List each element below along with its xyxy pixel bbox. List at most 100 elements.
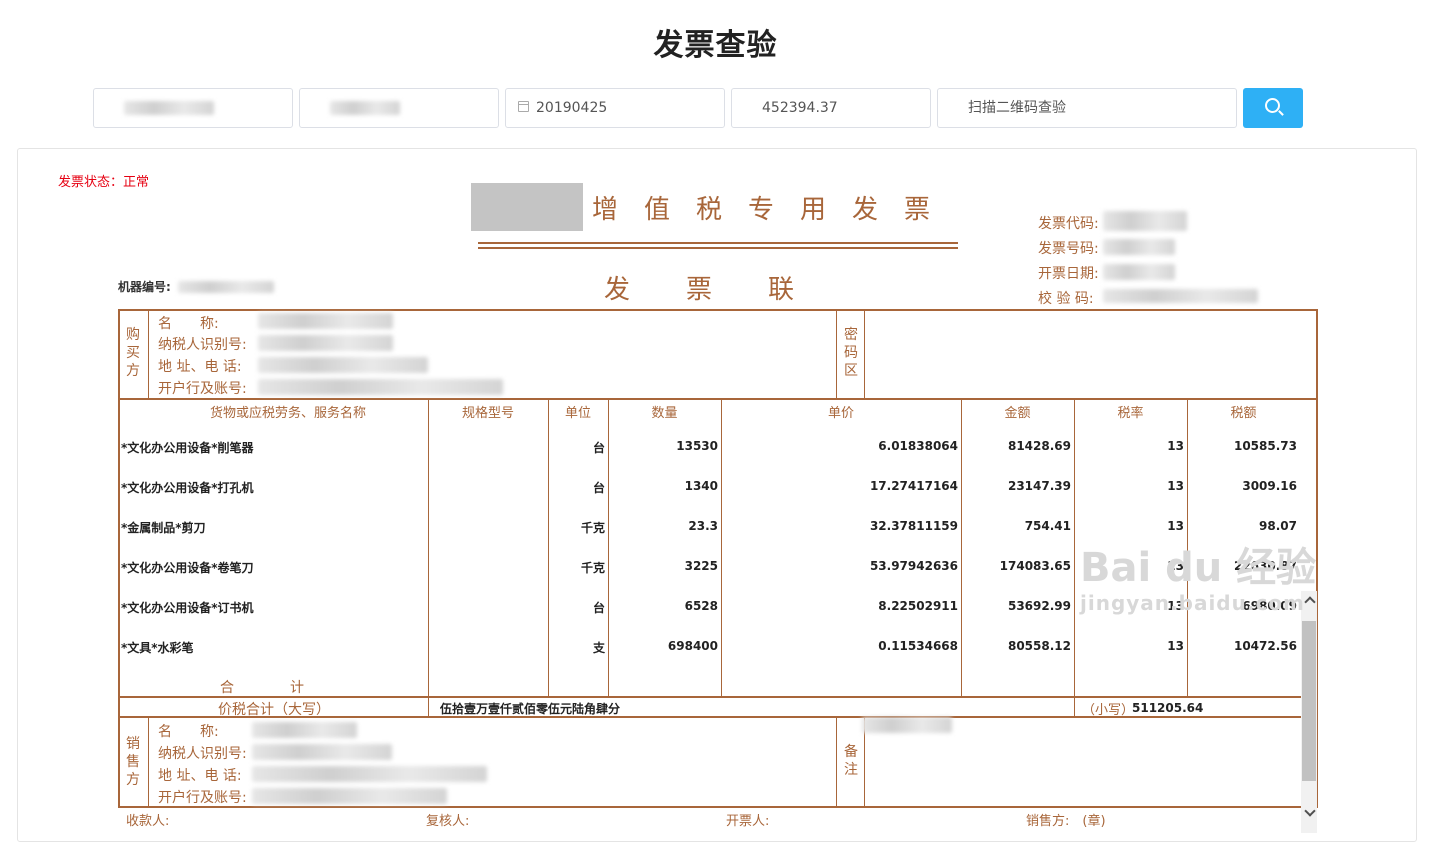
col-spec-header: 规格型号: [461, 406, 514, 421]
buyer-label: 购买方: [126, 327, 140, 379]
item-qty: 698400: [667, 639, 718, 653]
seller-name-label: 名 称:: [158, 724, 219, 740]
item-unit: 支: [592, 641, 605, 655]
item-qty: 6528: [684, 599, 718, 613]
invoice-code-label: 发票代码:: [1038, 216, 1099, 232]
item-rate: 13: [1167, 519, 1184, 533]
col-tax-header: 税额: [1230, 406, 1257, 421]
buyer-name-redacted: [258, 313, 393, 329]
remark-redacted: [862, 717, 952, 733]
item-amount: 80558.12: [1007, 639, 1071, 653]
item-price: 0.11534668: [878, 639, 958, 653]
invoice-title: 增值税专用发票: [592, 195, 957, 225]
remark-label: 备注: [844, 744, 858, 778]
page-title: 发票查验: [653, 28, 778, 63]
seller-taxid-redacted: [252, 744, 392, 760]
seller-address-label: 地 址、电 话:: [158, 768, 242, 784]
date-input[interactable]: 20190425: [505, 88, 725, 128]
invoice-subtitle: 发票联: [604, 275, 851, 305]
buyer-taxid-redacted: [258, 335, 393, 351]
invoice-status: 发票状态：正常: [58, 175, 150, 190]
buyer-name-label: 名 称:: [158, 316, 219, 332]
invoice-date-redacted: [1103, 264, 1175, 280]
invoice-code-input[interactable]: [93, 88, 293, 128]
item-name: *文化办公用设备*打孔机: [121, 481, 254, 495]
total-small-value: 511205.64: [1132, 701, 1204, 715]
item-name: *文化办公用设备*订书机: [121, 601, 254, 615]
machine-number-label: 机器编号:: [118, 280, 171, 294]
seller-label: 销售方: [126, 736, 140, 788]
buyer-taxid-label: 纳税人识别号:: [158, 337, 247, 353]
item-qty: 23.3: [688, 519, 718, 533]
item-name: *金属制品*剪刀: [121, 521, 206, 535]
col-qty-header: 数量: [651, 406, 678, 421]
invoice-number-label: 发票号码:: [1038, 241, 1099, 257]
machine-number-redacted: [178, 281, 274, 293]
invoice-date-label: 开票日期:: [1038, 266, 1099, 282]
total-label: 合 计: [220, 680, 304, 696]
item-price: 8.22502911: [878, 599, 958, 613]
seller-seal-label: 销售方: (章): [1026, 814, 1106, 829]
total-small-label: （小写）: [1082, 703, 1135, 718]
item-tax: 10472.56: [1233, 639, 1297, 653]
invoice-panel: 发票状态：正常 增值税专用发票 发票联 机器编号: 发票代码: 发票号码: 开票…: [17, 148, 1417, 842]
item-price: 6.01838064: [878, 439, 958, 453]
check-code-redacted: [1103, 289, 1258, 303]
col-name-header: 货物或应税劳务、服务名称: [209, 406, 366, 421]
buyer-bank-redacted: [258, 379, 503, 395]
item-price: 53.97942636: [869, 559, 958, 573]
item-name: *文化办公用设备*削笔器: [121, 441, 254, 455]
total-words-label: 价税合计（大写）: [218, 702, 330, 718]
item-tax: 98.07: [1259, 519, 1297, 533]
item-rate: 13: [1167, 479, 1184, 493]
item-unit: 台: [592, 481, 605, 495]
item-qty: 13530: [676, 439, 718, 453]
invoice-number-redacted: [1103, 239, 1175, 255]
qr-scan-input[interactable]: 扫描二维码查验: [937, 88, 1237, 128]
col-amount-header: 金额: [1004, 406, 1031, 421]
item-qty: 3225: [684, 559, 718, 573]
watermark-url: jingyan.baidu.com: [1080, 591, 1305, 615]
amount-value: 452394.37: [762, 100, 838, 116]
title-underline: [478, 242, 958, 244]
drawer-label: 开票人:: [726, 814, 770, 829]
item-rate: 13: [1167, 439, 1184, 453]
item-name: *文化办公用设备*卷笔刀: [121, 561, 254, 575]
baidu-watermark: Bai du 经验 jingyan.baidu.com: [1080, 545, 1316, 615]
items-scrollbar-thumb[interactable]: [1302, 621, 1316, 781]
date-value: 20190425: [536, 100, 608, 116]
seller-address-redacted: [252, 766, 487, 782]
item-rate: 13: [1167, 639, 1184, 653]
total-in-words: 伍拾壹万壹仟贰佰零伍元陆角肆分: [440, 702, 621, 716]
buyer-bank-label: 开户行及账号:: [158, 381, 247, 397]
item-tax: 10585.73: [1233, 439, 1297, 453]
invoice-number-input[interactable]: [299, 88, 499, 128]
invoice-code-redacted: [1103, 211, 1187, 231]
seller-taxid-label: 纳税人识别号:: [158, 746, 247, 762]
password-area-label: 密码区: [844, 327, 858, 379]
item-price: 32.37811159: [869, 519, 958, 533]
item-amount: 23147.39: [1007, 479, 1071, 493]
reviewer-label: 复核人:: [426, 814, 470, 829]
item-unit: 千克: [580, 521, 605, 535]
item-tax: 3009.16: [1242, 479, 1297, 493]
item-unit: 台: [592, 441, 605, 455]
item-unit: 台: [592, 601, 605, 615]
seller-name-redacted: [252, 722, 357, 738]
buyer-address-label: 地 址、电 话:: [158, 359, 242, 375]
col-price-header: 单价: [827, 406, 854, 421]
scroll-down-icon[interactable]: [1304, 807, 1314, 817]
item-amount: 81428.69: [1007, 439, 1071, 453]
seller-bank-label: 开户行及账号:: [158, 790, 247, 806]
search-button[interactable]: [1243, 88, 1303, 128]
watermark-brand: Bai du 经验: [1080, 545, 1317, 591]
region-logo-redacted: [471, 183, 583, 231]
amount-input[interactable]: 452394.37: [731, 88, 931, 128]
qr-scan-placeholder: 扫描二维码查验: [968, 100, 1066, 116]
item-price: 17.27417164: [869, 479, 958, 493]
seller-bank-redacted: [252, 788, 447, 804]
col-rate-header: 税率: [1117, 406, 1144, 421]
item-amount: 53692.99: [1007, 599, 1071, 613]
check-code-label: 校 验 码:: [1038, 291, 1094, 307]
calendar-icon: [518, 101, 529, 112]
